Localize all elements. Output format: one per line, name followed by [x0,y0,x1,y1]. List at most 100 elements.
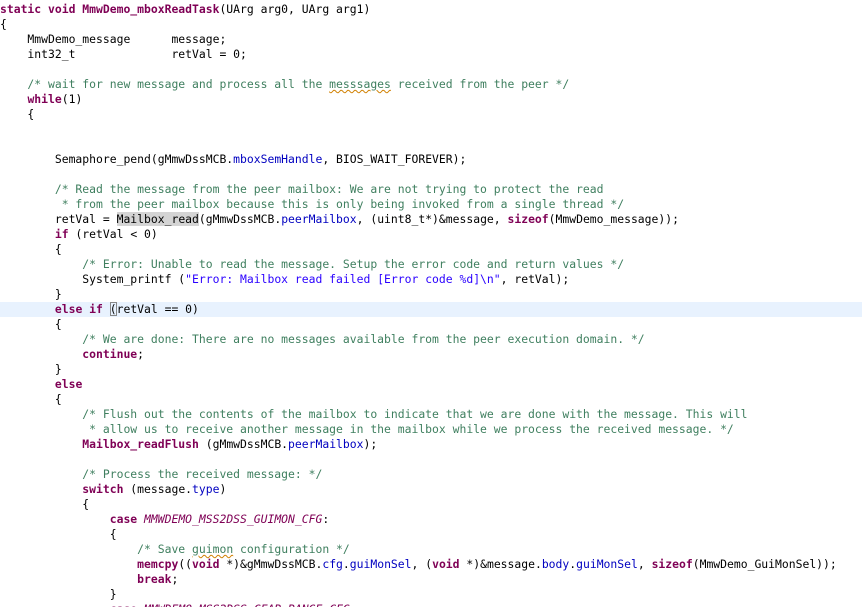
code-token: guimon [192,542,234,556]
code-line[interactable]: System_printf ("Error: Mailbox read fail… [0,272,862,287]
code-line[interactable]: switch (message.type) [0,482,862,497]
code-token: break [137,572,172,586]
code-line[interactable]: /* Error: Unable to read the message. Se… [0,257,862,272]
code-line[interactable] [0,137,862,152]
code-line[interactable] [0,452,862,467]
code-token: } [0,287,62,301]
code-token: (MmwDemo_message)); [548,212,679,226]
code-line[interactable] [0,122,862,137]
code-token: * allow us to receive another message in… [0,422,734,436]
code-line[interactable]: } [0,362,862,377]
code-token: configuration */ [233,542,350,556]
code-line[interactable]: /* Read the message from the peer mailbo… [0,182,862,197]
code-token: Mailbox_read [116,212,199,226]
code-line[interactable]: case MMWDEMO_MSS2DSS_GUIMON_CFG: [0,512,862,527]
code-token: } [0,587,117,601]
code-token: (retVal < 0) [68,227,158,241]
code-line[interactable]: { [0,317,862,332]
code-line[interactable]: } [0,287,862,302]
code-token: case [110,602,137,607]
code-token: : [350,602,357,607]
code-line[interactable]: { [0,527,862,542]
code-token: Semaphore_pend(gMmwDssMCB. [0,152,234,166]
code-token: ; [171,572,179,586]
code-line[interactable]: * allow us to receive another message in… [0,422,862,437]
code-line[interactable] [0,167,862,182]
code-line[interactable]: while(1) [0,92,862,107]
code-token: { [0,527,117,541]
code-token: /* Save [0,542,193,556]
code-line[interactable]: else if (retVal == 0) [0,302,862,317]
code-line[interactable]: memcpy((void *)&gMmwDssMCB.cfg.guiMonSel… [0,557,862,572]
code-token: , ( [411,557,433,571]
code-token: body [541,557,570,571]
code-token: { [0,242,62,256]
code-token: MmwDemo_mboxReadTask [82,2,220,16]
code-token: /* wait for new message and process all … [0,77,330,91]
code-line[interactable]: MmwDemo_message message; [0,32,862,47]
code-line[interactable]: Semaphore_pend(gMmwDssMCB.mboxSemHandle,… [0,152,862,167]
code-line[interactable]: { [0,392,862,407]
code-token: System_printf ( [0,272,186,286]
code-token: Mailbox_readFlush [82,437,199,451]
code-line[interactable]: continue; [0,347,862,362]
code-token: "Error: Mailbox read failed [Error code … [185,272,501,286]
code-token: sizeof [507,212,549,226]
code-line[interactable]: { [0,242,862,257]
code-line[interactable]: case MMWDEMO_MSS2DSS_CFAR_RANGE_CFG: [0,602,862,607]
code-token: /* Read the message from the peer mailbo… [0,182,604,196]
code-line[interactable]: Mailbox_readFlush (gMmwDssMCB.peerMailbo… [0,437,862,452]
code-line[interactable]: } [0,587,862,602]
code-line[interactable]: /* Process the received message: */ [0,467,862,482]
code-line[interactable]: static void MmwDemo_mboxReadTask(UArg ar… [0,2,862,17]
code-token: (1) [61,92,83,106]
code-token: guiMonSel [349,557,412,571]
code-line[interactable]: { [0,17,862,32]
code-line[interactable]: /* We are done: There are no messages av… [0,332,862,347]
code-token: *)&message. [459,557,542,571]
code-token: if [54,227,69,241]
code-token: int32_t retVal = 0; [0,47,247,61]
code-token: { [0,17,7,31]
code-line[interactable]: /* Flush out the contents of the mailbox… [0,407,862,422]
code-token: ) [219,482,227,496]
code-token: guiMonSel [576,557,638,571]
code-line[interactable]: break; [0,572,862,587]
code-token: MmwDemo_message message; [0,32,227,46]
code-line[interactable]: retVal = Mailbox_read(gMmwDssMCB.peerMai… [0,212,862,227]
code-token: sizeof [651,557,693,571]
code-token: MMWDEMO_MSS2DSS_CFAR_RANGE_CFG [144,602,350,607]
code-line[interactable]: else [0,377,862,392]
code-token: received from the peer */ [390,77,570,91]
code-line[interactable]: /* Save guimon configuration */ [0,542,862,557]
code-token: retVal = [0,212,117,226]
code-line[interactable]: { [0,107,862,122]
code-token: { [0,317,62,331]
code-token: (message. [123,482,193,496]
code-token: /* We are done: There are no messages av… [0,332,645,346]
code-token: peerMailbox [281,212,357,226]
code-line[interactable]: * from the peer mailbox because this is … [0,197,862,212]
code-line[interactable]: /* wait for new message and process all … [0,77,862,92]
code-token: . [342,557,350,571]
code-token: , retVal); [500,272,570,286]
code-token: { [0,107,35,121]
code-line[interactable]: int32_t retVal = 0; [0,47,862,62]
code-token: while [27,92,62,106]
code-token: /* Flush out the contents of the mailbox… [0,407,748,421]
code-line[interactable]: if (retVal < 0) [0,227,862,242]
code-token: else [54,377,83,391]
code-editor[interactable]: static void MmwDemo_mboxReadTask(UArg ar… [0,0,862,607]
code-line[interactable] [0,62,862,77]
code-line[interactable]: { [0,497,862,512]
code-token: : [322,512,330,526]
code-token: (UArg arg0, UArg arg1) [219,2,371,16]
code-token: (gMmwDssMCB. [198,437,289,451]
